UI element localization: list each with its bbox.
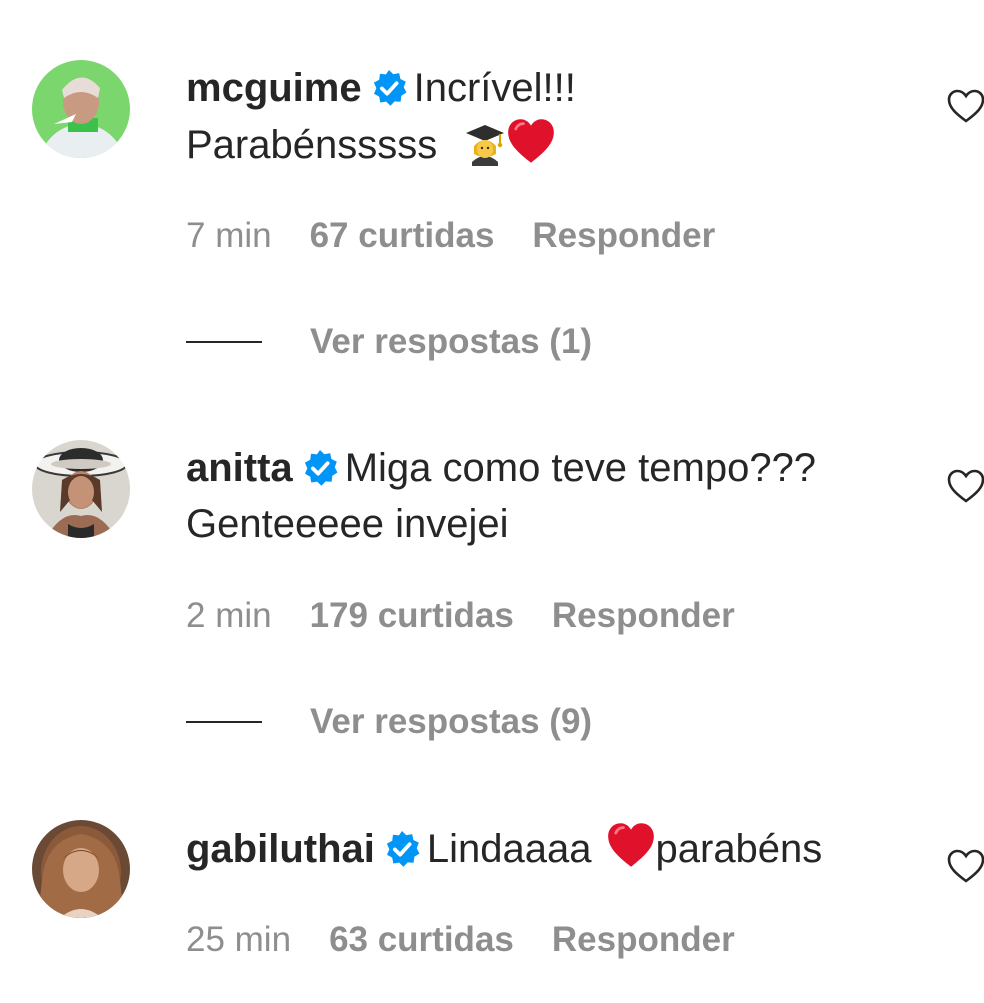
view-replies-label[interactable]: Ver respostas (1) xyxy=(310,322,592,361)
comment-text: anitta Miga como teve tempo??? Genteeeee … xyxy=(186,440,916,552)
comment-time[interactable]: 7 min xyxy=(186,216,272,255)
reply-button[interactable]: Responder xyxy=(552,596,735,635)
view-replies[interactable]: Ver respostas (1) xyxy=(186,322,592,362)
replies-divider xyxy=(186,341,262,343)
comment-body-after-emoji: parabéns xyxy=(655,827,823,871)
verified-badge-icon xyxy=(304,449,338,486)
username[interactable]: mcguime xyxy=(186,66,362,110)
like-heart-icon[interactable] xyxy=(946,468,984,504)
comment-likes[interactable]: 63 curtidas xyxy=(329,920,514,959)
avatar-gabiluthai[interactable] xyxy=(32,820,130,918)
avatar-anitta[interactable] xyxy=(32,440,130,538)
verified-badge-icon xyxy=(373,69,407,106)
student-emoji xyxy=(466,125,505,166)
red-heart-emoji xyxy=(607,823,654,867)
comment-likes[interactable]: 179 curtidas xyxy=(310,596,514,635)
comment-text: gabiluthai Lindaaaa parabéns xyxy=(186,820,916,877)
verified-badge-icon xyxy=(386,830,420,867)
comment-meta: 7 min 67 curtidas Responder xyxy=(186,216,753,256)
comment-time[interactable]: 25 min xyxy=(186,920,291,959)
username[interactable]: gabiluthai xyxy=(186,827,375,871)
username[interactable]: anitta xyxy=(186,446,293,490)
comment-text: mcguime Incrível!!! Parabénsssss xyxy=(186,60,916,173)
replies-divider xyxy=(186,721,262,723)
reply-button[interactable]: Responder xyxy=(552,920,735,959)
comment-body-line1: Miga como teve tempo??? xyxy=(344,446,817,490)
comment-likes[interactable]: 67 curtidas xyxy=(310,216,495,255)
comment-meta: 2 min 179 curtidas Responder xyxy=(186,596,773,636)
avatar-mcguime[interactable] xyxy=(32,60,130,158)
like-heart-icon[interactable] xyxy=(946,88,984,124)
comment-time[interactable]: 2 min xyxy=(186,596,272,635)
comment-body-line2: Parabénsssss xyxy=(186,123,438,167)
comment-mcguime: mcguime Incrível!!! Parabénsssss 7 min 67 … xyxy=(0,0,984,380)
comment-gabiluthai: gabiluthai Lindaaaa parabéns 25 min 63 cur… xyxy=(0,760,984,1003)
view-replies-label[interactable]: Ver respostas (9) xyxy=(310,702,592,741)
view-replies[interactable]: Ver respostas (9) xyxy=(186,702,592,742)
comment-body-line2: Genteeeee invejei xyxy=(186,502,509,546)
comment-body-before-emoji: Lindaaaa xyxy=(426,827,592,871)
reply-button[interactable]: Responder xyxy=(532,216,715,255)
comment-meta: 25 min 63 curtidas Responder xyxy=(186,920,773,960)
like-heart-icon[interactable] xyxy=(946,848,984,884)
comment-body-line1: Incrível!!! xyxy=(413,66,576,110)
comment-anitta: anitta Miga como teve tempo??? Genteeeee … xyxy=(0,380,984,760)
red-heart-emoji xyxy=(508,119,555,163)
